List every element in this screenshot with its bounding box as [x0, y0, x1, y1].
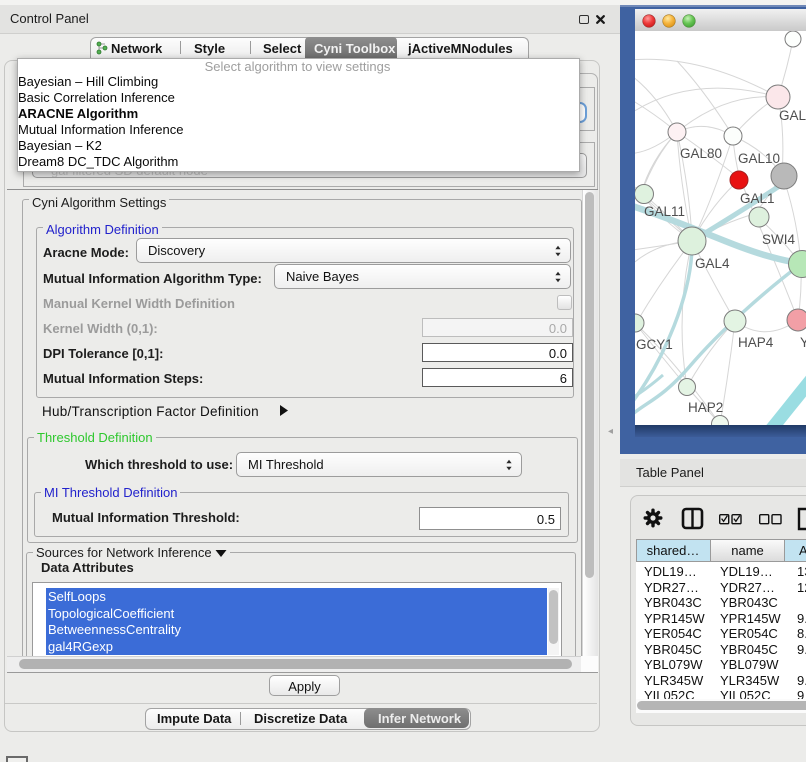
- svg-text:HAP4: HAP4: [738, 335, 774, 350]
- svg-text:GCY1: GCY1: [636, 337, 673, 352]
- svg-text:GAL7: GAL7: [779, 108, 806, 123]
- svg-text:GAL11: GAL11: [644, 204, 685, 219]
- svg-text:HAP2: HAP2: [688, 400, 723, 415]
- svg-text:Y: Y: [800, 335, 806, 350]
- svg-text:GAL10: GAL10: [738, 151, 780, 166]
- svg-text:GAL80: GAL80: [680, 146, 722, 161]
- svg-text:SWI4: SWI4: [762, 232, 795, 247]
- svg-text:GAL1: GAL1: [740, 191, 775, 206]
- svg-text:GAL4: GAL4: [695, 256, 730, 271]
